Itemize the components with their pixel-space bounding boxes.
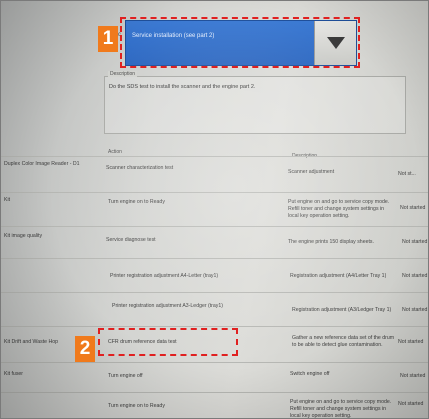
row-status: Not started (398, 401, 424, 407)
row-category: Kit image quality (4, 233, 43, 239)
table-row[interactable]: Printer registration adjustment A4-Lette… (0, 258, 429, 293)
table-row[interactable]: Duplex Color Image Reader - D1 Scanner c… (0, 156, 429, 193)
row-action: Turn engine off (108, 373, 143, 379)
row-category: Kit (4, 197, 11, 203)
row-action: Printer registration adjustment A4-Lette… (110, 273, 219, 279)
table-row[interactable]: Kit Turn engine on to Ready Put engine o… (0, 192, 429, 227)
row-description: The engine prints 150 display sheets. (288, 239, 374, 245)
row-description: Gather a new reference data set of the d… (292, 335, 395, 348)
row-status: Not started (402, 239, 428, 245)
row-status: Not started (402, 273, 428, 279)
row-description: Registration adjustment (A4/Letter Tray … (290, 273, 387, 279)
row-action: Service diagnose test (106, 237, 156, 243)
row-description: Registration adjustment (A3/Ledger Tray … (292, 307, 392, 313)
row-status: Not started (402, 307, 428, 313)
row-category: Duplex Color Image Reader - D1 (4, 161, 80, 167)
row-action: Scanner characterization test (106, 165, 174, 171)
row-action: Turn engine on to Ready (108, 403, 165, 409)
column-header-action: Action (108, 149, 122, 155)
highlight-dropdown-box (120, 17, 360, 68)
callout-badge-2: 2 (75, 336, 95, 362)
row-description: Switch engine off (290, 371, 330, 377)
description-textarea[interactable]: Do the SDS test to install the scanner a… (104, 76, 406, 134)
table-row[interactable]: Printer registration adjustment A3-Ledge… (0, 292, 429, 327)
row-description: Scanner adjustment (288, 169, 335, 175)
row-status: Not started (398, 339, 424, 345)
row-action: Printer registration adjustment A3-Ledge… (112, 303, 224, 309)
table-row[interactable]: Kit fuser Turn engine off Switch engine … (0, 362, 429, 393)
row-action: Turn engine on to Ready (108, 199, 165, 205)
row-category: Kit Drift and Waste Hop (4, 339, 59, 345)
row-category: Kit fuser (4, 371, 24, 377)
description-text: Do the SDS test to install the scanner a… (109, 84, 256, 90)
row-status: Not started (400, 373, 426, 379)
table-row[interactable]: Kit image quality Service diagnose test … (0, 226, 429, 259)
row-description: Put engine on and go to service copy mod… (288, 199, 390, 219)
table-row[interactable]: Turn engine on to Ready Put engine on an… (0, 392, 429, 419)
highlight-cfr-drum-test-box (98, 328, 238, 356)
row-status: Not started (400, 205, 426, 211)
description-label: Description (108, 71, 138, 77)
row-description: Put engine on and go to service copy mod… (290, 399, 392, 419)
row-status: Not st... (398, 171, 416, 177)
callout-badge-1: 1 (98, 26, 118, 52)
